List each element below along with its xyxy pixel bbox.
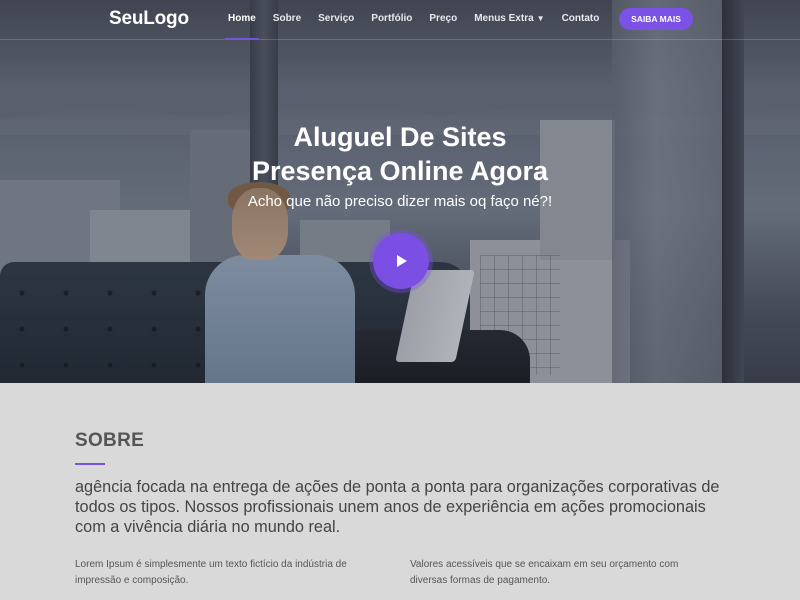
hero-subtitle: Acho que não preciso dizer mais oq faço … (247, 193, 553, 210)
nav-item-portfolio[interactable]: Portfólio (371, 0, 412, 40)
nav-item-home[interactable]: Home (225, 0, 259, 40)
saiba-mais-button[interactable]: SAIBA MAIS (619, 8, 693, 30)
heading-underline (75, 463, 105, 465)
chevron-down-icon: ▼ (536, 14, 545, 23)
hero-title-line-1: Aluguel De Sites (293, 122, 507, 152)
hero-title-line-2: Presença Online Agora (251, 156, 549, 186)
nav-item-contato[interactable]: Contato (562, 0, 600, 40)
main-menu: Home Sobre Serviço Portfólio Preço Menus… (225, 0, 616, 40)
nav-item-menus-extra-label: Menus Extra (474, 13, 534, 24)
nav-item-sobre[interactable]: Sobre (273, 0, 301, 40)
site-logo[interactable]: SeuLogo (109, 8, 189, 30)
nav-item-preco[interactable]: Preço (429, 0, 457, 40)
about-column-left: Lorem Ipsum é simplesmente um texto fict… (75, 559, 347, 586)
hero-title: Aluguel De Sites Presença Online Agora (0, 120, 800, 188)
about-column-right: Valores acessíveis que se encaixam em se… (410, 559, 679, 586)
hero-overlay (0, 0, 800, 383)
nav-item-servico[interactable]: Serviço (318, 0, 354, 40)
nav-item-menus-extra[interactable]: Menus Extra ▼ (474, 0, 544, 40)
about-lead-text: agência focada na entrega de ações de po… (75, 478, 720, 536)
play-icon (397, 255, 407, 267)
play-video-button[interactable] (373, 233, 429, 289)
hero-section: SeuLogo Home Sobre Serviço Portfólio Pre… (0, 0, 800, 383)
about-section: SOBRE agência focada na entrega de ações… (0, 383, 800, 600)
top-navbar: SeuLogo Home Sobre Serviço Portfólio Pre… (0, 0, 800, 40)
about-heading: SOBRE (75, 430, 145, 451)
